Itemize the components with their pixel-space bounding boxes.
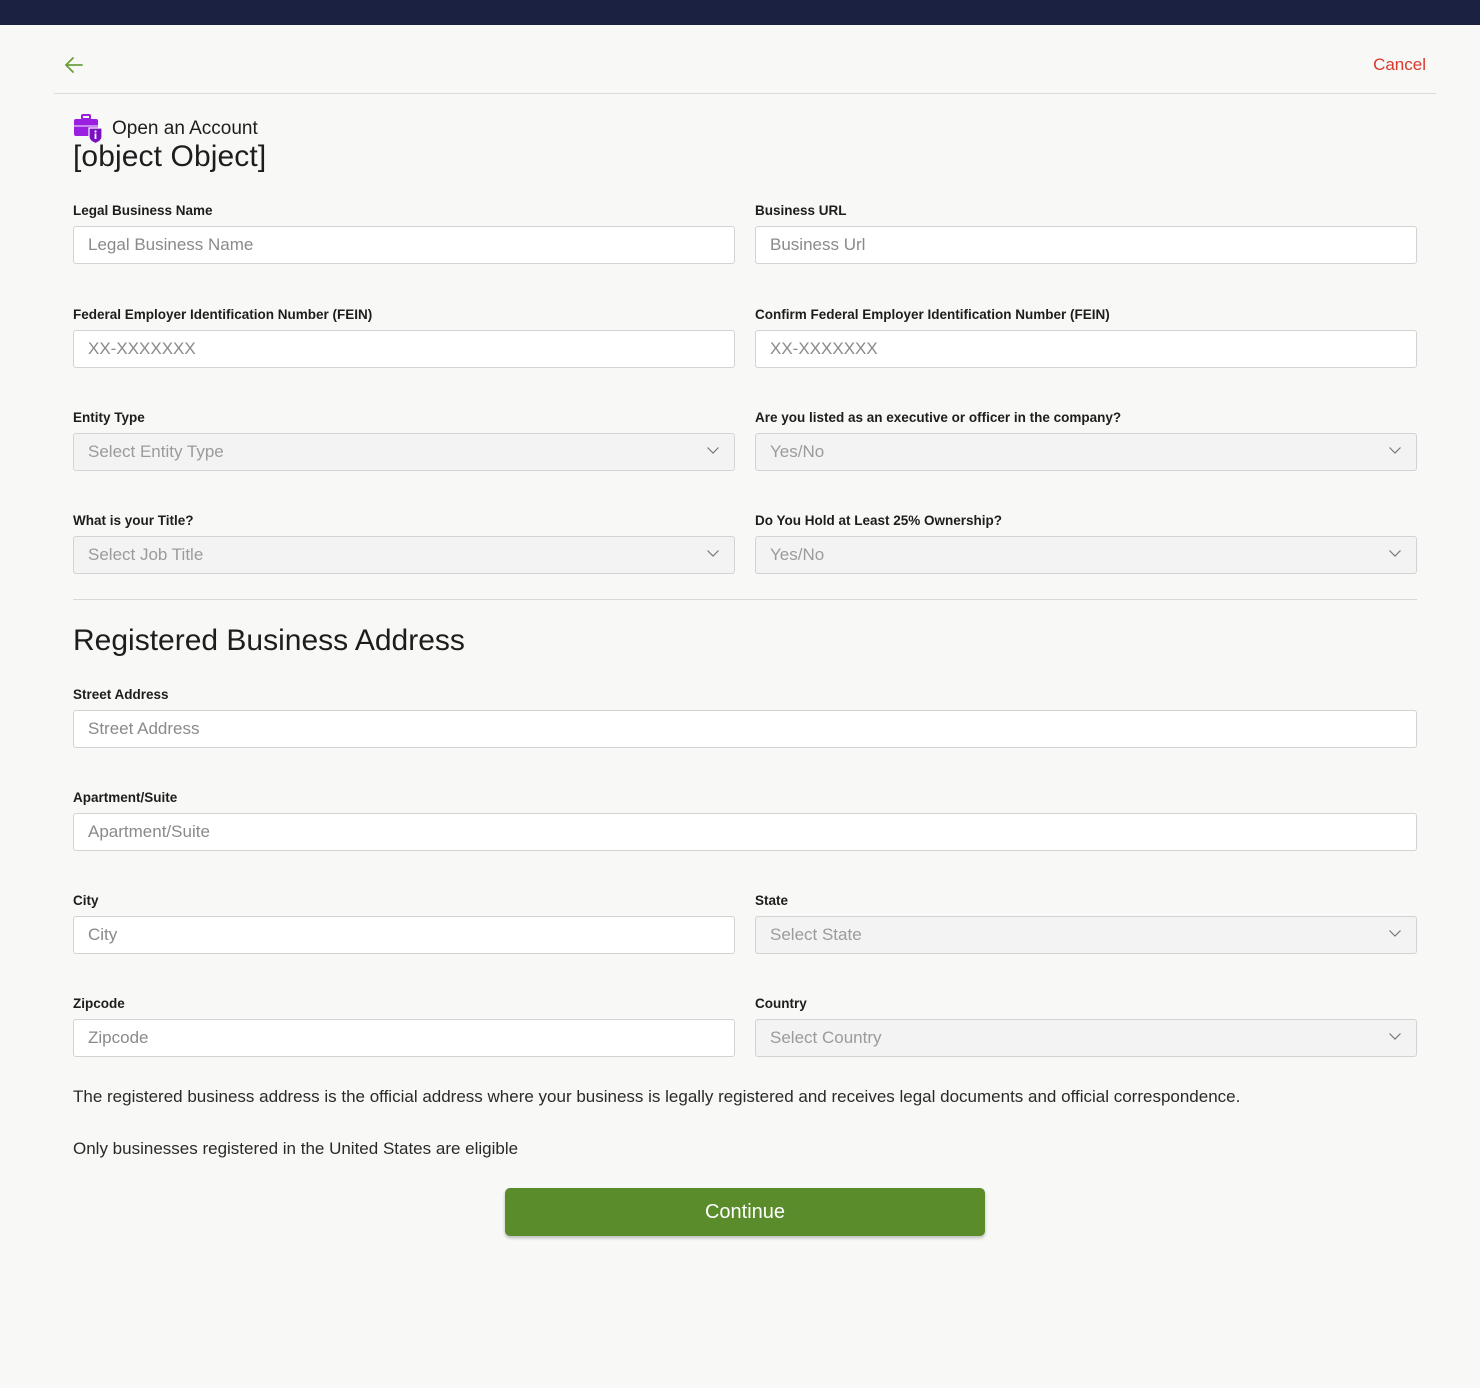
back-arrow-icon[interactable] [62,53,86,77]
business-url-label: Business URL [755,203,847,218]
fein-group: Federal Employer Identification Number (… [73,308,735,368]
chevron-down-icon [1388,442,1402,462]
confirm-fein-input[interactable] [755,330,1417,368]
executive-value: Yes/No [770,442,825,461]
apartment-label: Apartment/Suite [73,790,178,805]
chevron-down-icon [706,442,720,462]
street-label: Street Address [73,687,169,702]
fein-label: Federal Employer Identification Number (… [73,307,373,322]
entity-type-label: Entity Type [73,410,145,425]
city-label: City [73,893,99,908]
country-label: Country [755,996,807,1011]
legal-name-label: Legal Business Name [73,203,213,218]
brand-label: Open an Account [112,118,258,139]
state-select[interactable]: Select State [755,916,1417,954]
entity-type-group: Entity Type Select Entity Type [73,411,735,471]
continue-button[interactable]: Continue [505,1188,985,1236]
street-group: Street Address [73,688,1417,748]
chevron-down-icon [1388,1028,1402,1048]
state-label: State [755,893,789,908]
header: Cancel [54,25,1436,94]
page-title: [object Object] [73,140,267,173]
cancel-button[interactable]: Cancel [1373,55,1426,75]
ownership-label: Do You Hold at Least 25% Ownership? [755,513,1003,528]
fein-input[interactable] [73,330,735,368]
chevron-down-icon [1388,925,1402,945]
job-title-label: What is your Title? [73,513,194,528]
top-bar [0,0,1480,25]
confirm-fein-group: Confirm Federal Employer Identification … [755,308,1417,368]
eligibility-note: Only businesses registered in the United… [73,1139,519,1158]
executive-select[interactable]: Yes/No [755,433,1417,471]
city-group: City [73,894,735,954]
street-input[interactable] [73,710,1417,748]
address-note: The registered business address is the o… [73,1087,1241,1106]
zipcode-group: Zipcode [73,997,735,1057]
country-group: Country Select Country [755,997,1417,1057]
zipcode-label: Zipcode [73,996,125,1011]
ownership-group: Do You Hold at Least 25% Ownership? Yes/… [755,514,1417,574]
zipcode-input[interactable] [73,1019,735,1057]
ownership-value: Yes/No [770,545,825,564]
business-url-input[interactable] [755,226,1417,264]
job-title-value: Select Job Title [88,545,204,564]
executive-group: Are you listed as an executive or office… [755,411,1417,471]
section-divider [73,599,1417,600]
address-section-title: Registered Business Address [73,624,465,657]
ownership-select[interactable]: Yes/No [755,536,1417,574]
confirm-fein-label: Confirm Federal Employer Identification … [755,307,1110,322]
legal-name-group: Legal Business Name [73,204,735,264]
city-input[interactable] [73,916,735,954]
apartment-input[interactable] [73,813,1417,851]
entity-type-value: Select Entity Type [88,442,224,461]
business-url-group: Business URL [755,204,1417,264]
country-value: Select Country [770,1028,882,1047]
country-select[interactable]: Select Country [755,1019,1417,1057]
executive-label: Are you listed as an executive or office… [755,410,1122,425]
job-title-select[interactable]: Select Job Title [73,536,735,574]
state-group: State Select State [755,894,1417,954]
apartment-group: Apartment/Suite [73,791,1417,851]
chevron-down-icon [1388,545,1402,565]
legal-name-input[interactable] [73,226,735,264]
entity-type-select[interactable]: Select Entity Type [73,433,735,471]
state-value: Select State [770,925,862,944]
chevron-down-icon [706,545,720,565]
job-title-group: What is your Title? Select Job Title [73,514,735,574]
